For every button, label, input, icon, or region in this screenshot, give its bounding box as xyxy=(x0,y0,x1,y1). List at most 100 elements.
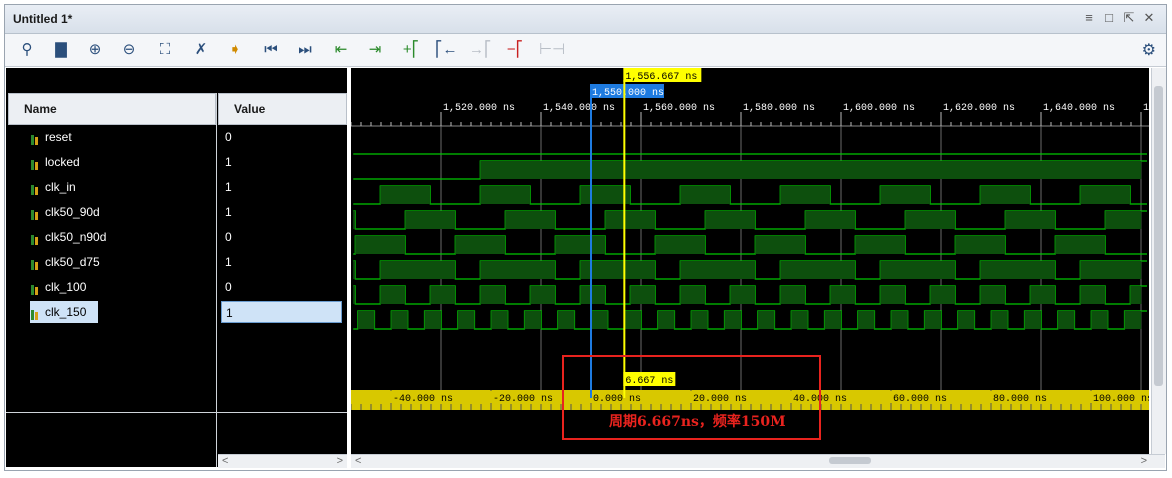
time-axis-label: 1,620.000 ns xyxy=(943,103,1015,114)
waveform-fill xyxy=(624,311,642,329)
value-scrollbar[interactable]: < > xyxy=(218,454,347,468)
waveform-fill xyxy=(691,311,708,329)
waveform-fill xyxy=(880,286,906,304)
signal-icon xyxy=(30,181,40,195)
signal-value-locked[interactable]: 1 xyxy=(221,151,331,173)
waveform-fill xyxy=(457,311,475,329)
time-axis-label: 1,640.000 ns xyxy=(1043,103,1115,114)
waveform-fill xyxy=(355,236,406,254)
signal-value-clk_150[interactable]: 1 xyxy=(221,301,342,323)
waveform-fill xyxy=(1080,261,1142,279)
waveform-fill xyxy=(1080,286,1106,304)
signal-row-clk50_n90d[interactable]: clk50_n90d xyxy=(30,226,210,248)
zoom-in-icon[interactable]: ⊕ xyxy=(85,40,105,60)
waveform-fill xyxy=(353,286,356,304)
previous-marker-icon[interactable]: ⎡← xyxy=(435,40,458,60)
waveform-fill xyxy=(630,286,656,304)
zoom-fit-icon[interactable]: ⛶ xyxy=(155,40,175,60)
waveform-fill xyxy=(705,211,756,229)
waveform-fill xyxy=(1080,186,1131,204)
marker-label: 1,550.000 ns xyxy=(592,88,664,99)
signal-value-clk50_90d[interactable]: 1 xyxy=(221,201,331,223)
waveform-fill xyxy=(1057,311,1075,329)
signal-name: clk50_n90d xyxy=(45,230,107,244)
waveform-fill xyxy=(680,286,706,304)
maximize-icon[interactable]: ⇱ xyxy=(1122,10,1136,26)
time-axis-label: 1,600.000 ns xyxy=(843,103,915,114)
name-column-header[interactable]: Name xyxy=(8,93,216,125)
signal-icon xyxy=(30,281,40,295)
swap-cursors-icon[interactable]: −⎡ xyxy=(505,40,525,60)
save-icon[interactable]: ▇ xyxy=(51,40,71,60)
waveform-fill xyxy=(755,236,806,254)
signal-row-reset[interactable]: reset xyxy=(30,126,210,148)
go-to-time-0-icon[interactable]: ⏮ xyxy=(261,40,281,60)
waveform-fill xyxy=(730,286,756,304)
toolbar: ⚲ ▇ ⊕ ⊖ ⛶ ✗ ➧ ⏮ ⏭ ⇤ ⇥ +⎡ ⎡← →⎡ −⎡ ⊢⊣ ⚙ xyxy=(5,34,1166,67)
waveform-fill xyxy=(480,161,1142,179)
signal-value-clk50_n90d[interactable]: 0 xyxy=(221,226,331,248)
waveform-fill xyxy=(830,286,856,304)
waveform-fill xyxy=(1055,236,1106,254)
waveform-fill xyxy=(657,311,675,329)
restore-icon[interactable]: □ xyxy=(1102,10,1116,26)
waveform-fill xyxy=(924,311,942,329)
waveform-fill xyxy=(1124,311,1142,329)
waveform-fill xyxy=(880,186,931,204)
window-title: Untitled 1* xyxy=(13,12,73,26)
next-marker-icon[interactable]: →⎡ xyxy=(469,40,492,60)
wave-scrollbar[interactable]: < > xyxy=(351,454,1165,468)
menu-icon[interactable]: ≡ xyxy=(1082,10,1096,26)
waveform-fill xyxy=(780,286,806,304)
gear-icon[interactable]: ⚙ xyxy=(1142,40,1156,60)
relative-axis-label: 60.000 ns xyxy=(893,394,947,405)
signal-name: clk_100 xyxy=(45,280,87,294)
waveform-fill xyxy=(405,211,456,229)
waveform-fill xyxy=(724,311,742,329)
go-to-cursor-icon[interactable]: ➧ xyxy=(225,40,245,60)
signal-value-clk_in[interactable]: 1 xyxy=(221,176,331,198)
waveform-fill xyxy=(1105,211,1142,229)
waveform-fill xyxy=(480,186,531,204)
signal-row-clk50_d75[interactable]: clk50_d75 xyxy=(30,251,210,273)
signal-name: reset xyxy=(45,130,72,144)
signal-value-clk50_d75[interactable]: 1 xyxy=(221,251,331,273)
previous-transition-icon[interactable]: ⇤ xyxy=(331,40,351,60)
waveform-fill xyxy=(591,311,608,329)
waveform-fill xyxy=(1030,286,1056,304)
waveform-fill xyxy=(957,311,975,329)
signal-row-clk_100[interactable]: clk_100 xyxy=(30,276,210,298)
waveform-fill xyxy=(380,286,406,304)
waveform-fill xyxy=(605,211,656,229)
time-axis-label: 1,6 xyxy=(1143,103,1149,114)
next-transition-icon[interactable]: ⇥ xyxy=(365,40,385,60)
close-icon[interactable]: ✕ xyxy=(1142,10,1156,26)
waveform-fill xyxy=(391,311,408,329)
waveform-fill xyxy=(1005,211,1056,229)
signal-row-clk_150[interactable]: clk_150 xyxy=(30,301,98,323)
signal-value-reset[interactable]: 0 xyxy=(221,126,331,148)
signal-row-clk_in[interactable]: clk_in xyxy=(30,176,210,198)
add-marker-icon[interactable]: +⎡ xyxy=(401,40,421,60)
vertical-scrollbar[interactable] xyxy=(1151,68,1166,454)
waveform-fill xyxy=(353,261,356,279)
waveform-fill xyxy=(1091,311,1108,329)
waveform-fill xyxy=(757,311,775,329)
annotation-text: 周期6.667ns，频率150M xyxy=(607,411,788,431)
search-icon[interactable]: ⚲ xyxy=(17,40,37,60)
snap-to-transition-icon[interactable]: ⊢⊣ xyxy=(539,40,565,60)
waveform-fill xyxy=(480,286,506,304)
signal-row-locked[interactable]: locked xyxy=(30,151,210,173)
signal-value-clk_100[interactable]: 0 xyxy=(221,276,331,298)
marker-icon[interactable]: ✗ xyxy=(191,40,211,60)
waveform-fill xyxy=(505,211,556,229)
signal-icon xyxy=(30,156,40,170)
waveform-fill xyxy=(353,211,356,229)
zoom-out-icon[interactable]: ⊖ xyxy=(119,40,139,60)
signal-row-clk50_90d[interactable]: clk50_90d xyxy=(30,201,210,223)
waveform-fill xyxy=(980,186,1031,204)
relative-axis-label: -20.000 ns xyxy=(493,394,553,405)
value-column-header[interactable]: Value xyxy=(218,93,347,125)
go-to-last-time-icon[interactable]: ⏭ xyxy=(295,40,315,60)
waveform-fill xyxy=(1024,311,1042,329)
